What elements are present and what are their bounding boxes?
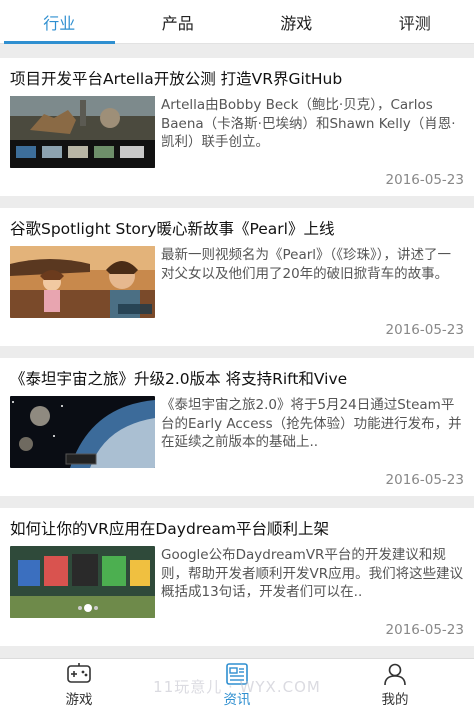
article-title: 谷歌Spotlight Story暖心新故事《Pearl》上线 [10,220,335,238]
nav-games[interactable]: 游戏 [0,659,158,711]
article-date: 2016-05-23 [385,172,464,188]
article-title: 如何让你的VR应用在Daydream平台顺利上架 [10,520,329,538]
article-title: 《泰坦宇宙之旅》升级2.0版本 将支持Rift和Vive [10,370,348,388]
nav-label: 我的 [381,692,409,708]
article-summary: Artella由Bobby Beck（鲍比·贝克），Carlos Baena（卡… [161,97,456,150]
article-card[interactable]: 《泰坦宇宙之旅》升级2.0版本 将支持Rift和Vive 《泰坦宇宙之旅2.0》… [0,358,474,496]
nav-profile[interactable]: 我的 [316,659,474,711]
bottom-nav-bar: 游戏 资讯 我的 [0,658,474,711]
nav-label: 资讯 [223,692,251,708]
category-tab-bar: 行业 产品 游戏 评测 [0,0,474,44]
tab-products[interactable]: 产品 [119,0,238,43]
tab-reviews[interactable]: 评测 [356,0,474,43]
article-title: 项目开发平台Artella开放公测 打造VR界GitHub [10,70,343,88]
article-thumbnail [10,546,155,618]
article-thumbnail [10,246,155,318]
nav-label: 游戏 [65,692,93,708]
user-icon [384,663,406,686]
article-card[interactable]: 谷歌Spotlight Story暖心新故事《Pearl》上线 最新一则视频名为… [0,208,474,346]
article-card[interactable]: 如何让你的VR应用在Daydream平台顺利上架 Google公布Daydrea… [0,508,474,646]
article-date: 2016-05-23 [385,322,464,338]
tab-industry[interactable]: 行业 [0,0,119,44]
gamepad-icon [67,663,91,683]
article-summary: 《泰坦宇宙之旅2.0》将于5月24日通过Steam平台的Early Access… [161,397,462,450]
article-date: 2016-05-23 [385,622,464,638]
article-thumbnail [10,396,155,468]
tab-games[interactable]: 游戏 [237,0,356,43]
article-date: 2016-05-23 [385,472,464,488]
news-icon [226,663,248,685]
nav-news[interactable]: 资讯 [158,659,316,711]
article-thumbnail [10,96,155,168]
article-summary: 最新一则视频名为《Pearl》（《珍珠》），讲述了一对父女以及他们用了20年的破… [161,247,452,282]
article-feed[interactable]: 项目开发平台Artella开放公测 打造VR界GitHub Artella由Bo… [0,44,474,658]
article-card[interactable]: 项目开发平台Artella开放公测 打造VR界GitHub Artella由Bo… [0,58,474,196]
article-summary: Google公布DaydreamVR平台的开发建议和规则，帮助开发者顺利开发VR… [161,547,464,600]
